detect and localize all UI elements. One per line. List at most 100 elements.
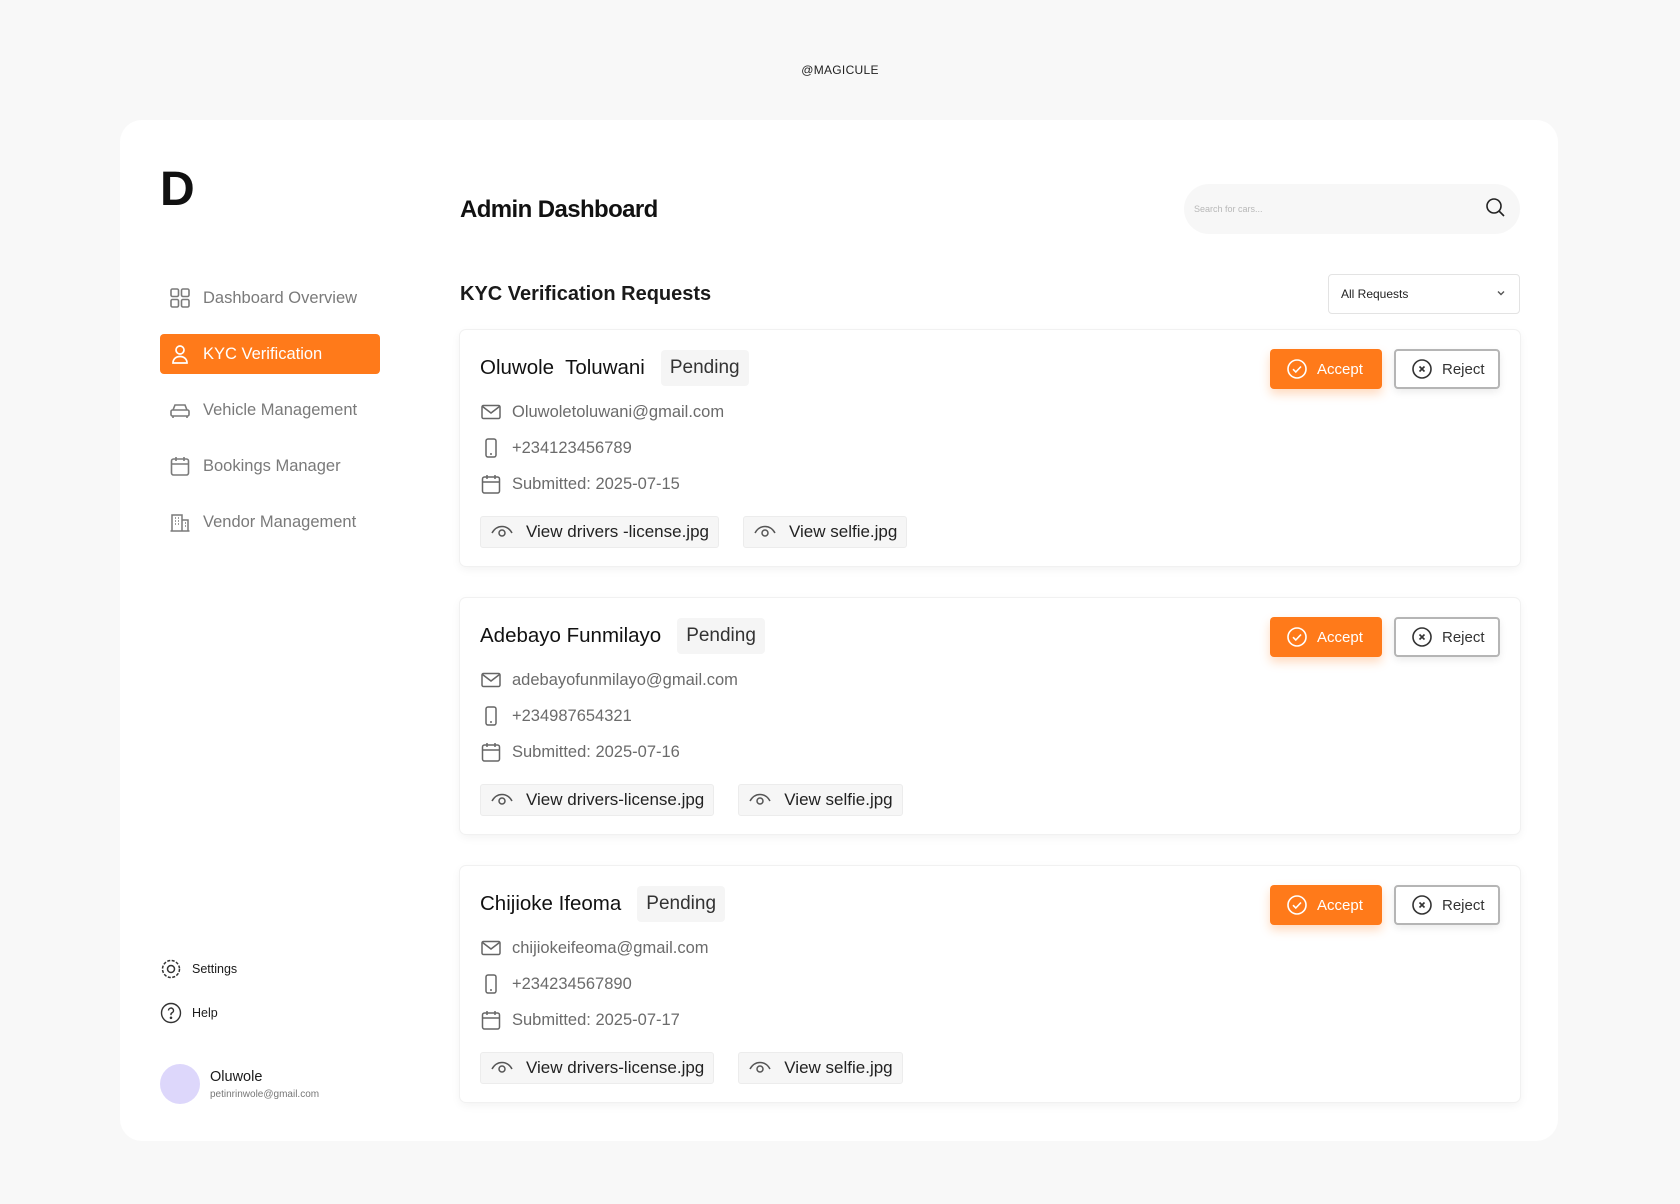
building-icon	[169, 511, 191, 533]
applicant-phone: +234987654321	[512, 706, 632, 725]
watermark-text: @MAGICULE	[801, 63, 879, 77]
reject-label: Reject	[1442, 360, 1485, 378]
kyc-request-card: Oluwole Toluwani Pending Oluwoletoluwani…	[460, 330, 1520, 566]
status-badge: Pending	[677, 618, 765, 654]
reject-button[interactable]: Reject	[1394, 349, 1500, 389]
applicant-phone: +234123456789	[512, 438, 632, 457]
file-label: View drivers -license.jpg	[526, 522, 709, 541]
calendar-icon	[480, 741, 502, 763]
view-license-button[interactable]: View drivers -license.jpg	[480, 516, 719, 548]
mail-icon	[480, 669, 502, 691]
accept-label: Accept	[1317, 360, 1363, 378]
page-title: Admin Dashboard	[460, 196, 658, 223]
file-label: View selfie.jpg	[788, 522, 898, 541]
status-badge: Pending	[637, 886, 726, 922]
request-filter-select[interactable]: All Requests	[1328, 274, 1520, 314]
eye-icon	[748, 1056, 772, 1080]
search-input[interactable]	[1194, 204, 1484, 214]
app-window: D Dashboard Overview KYC Verification Ve…	[120, 120, 1558, 1141]
sidebar-item-label: KYC Verification	[203, 344, 323, 363]
eye-icon	[753, 520, 777, 544]
applicant-email-row: chijiokeifeoma@gmail.com	[480, 937, 1500, 959]
chevron-down-icon	[1495, 287, 1507, 302]
accept-label: Accept	[1317, 628, 1363, 646]
applicant-phone-row: +234123456789	[480, 437, 1500, 459]
mail-icon	[480, 401, 502, 423]
avatar	[160, 1064, 200, 1104]
calendar-icon	[169, 455, 191, 477]
reject-label: Reject	[1442, 628, 1485, 646]
applicant-phone-row: +234234567890	[480, 973, 1500, 995]
help-link[interactable]: Help	[160, 1000, 237, 1026]
view-selfie-button[interactable]: View selfie.jpg	[742, 516, 908, 548]
help-icon	[160, 1002, 182, 1024]
profile-name: Oluwole	[210, 1068, 263, 1085]
x-circle-icon	[1411, 626, 1433, 648]
check-circle-icon	[1286, 358, 1308, 380]
check-circle-icon	[1286, 626, 1308, 648]
eye-icon	[490, 520, 514, 544]
filter-selected-value: All Requests	[1341, 287, 1409, 301]
sidebar-item-kyc-verification[interactable]: KYC Verification	[160, 334, 380, 374]
calendar-icon	[480, 473, 502, 495]
file-label: View drivers-license.jpg	[526, 790, 705, 809]
submitted-date: Submitted: 2025-07-17	[512, 1010, 680, 1029]
sidebar-item-label: Vehicle Management	[203, 400, 358, 419]
applicant-name: Adebayo Funmilayo	[480, 624, 662, 647]
section-title: KYC Verification Requests	[460, 283, 712, 305]
view-license-button[interactable]: View drivers-license.jpg	[480, 1052, 715, 1084]
submitted-date: Submitted: 2025-07-15	[512, 474, 680, 493]
phone-icon	[480, 705, 502, 727]
eye-icon	[490, 788, 514, 812]
applicant-phone-row: +234987654321	[480, 705, 1500, 727]
app-logo[interactable]: D	[160, 162, 195, 217]
check-circle-icon	[1286, 894, 1308, 916]
calendar-icon	[480, 1009, 502, 1031]
sidebar-item-dashboard-overview[interactable]: Dashboard Overview	[160, 278, 380, 318]
kyc-request-card: Adebayo Funmilayo Pending adebayofunmila…	[460, 598, 1520, 834]
sidebar-item-label: Vendor Management	[203, 512, 357, 531]
accept-button[interactable]: Accept	[1270, 617, 1382, 657]
applicant-email-row: Oluwoletoluwani@gmail.com	[480, 401, 1500, 423]
view-selfie-button[interactable]: View selfie.jpg	[738, 784, 903, 816]
sidebar-item-vendor-management[interactable]: Vendor Management	[160, 502, 380, 542]
applicant-phone: +234234567890	[512, 974, 632, 993]
x-circle-icon	[1411, 358, 1433, 380]
applicant-email: adebayofunmilayo@gmail.com	[512, 670, 738, 689]
sidebar-item-bookings-manager[interactable]: Bookings Manager	[160, 446, 380, 486]
eye-icon	[748, 788, 772, 812]
file-label: View selfie.jpg	[784, 790, 893, 809]
kyc-request-list: Oluwole Toluwani Pending Oluwoletoluwani…	[460, 330, 1520, 1134]
view-license-button[interactable]: View drivers-license.jpg	[480, 784, 715, 816]
sidebar-item-vehicle-management[interactable]: Vehicle Management	[160, 390, 380, 430]
reject-label: Reject	[1442, 896, 1485, 914]
sidebar-item-label: Dashboard Overview	[203, 288, 358, 307]
sidebar-bottom: Settings Help	[160, 956, 237, 1044]
user-icon	[169, 343, 191, 365]
accept-button[interactable]: Accept	[1270, 349, 1382, 389]
reject-button[interactable]: Reject	[1394, 885, 1500, 925]
accept-label: Accept	[1317, 896, 1363, 914]
accept-button[interactable]: Accept	[1270, 885, 1382, 925]
view-selfie-button[interactable]: View selfie.jpg	[738, 1052, 903, 1084]
settings-link[interactable]: Settings	[160, 956, 237, 982]
search-icon[interactable]	[1484, 196, 1506, 223]
mail-icon	[480, 937, 502, 959]
status-badge: Pending	[660, 350, 749, 386]
gear-icon	[160, 958, 182, 980]
profile-email: petinrinwole@gmail.com	[210, 1088, 320, 1100]
applicant-email-row: adebayofunmilayo@gmail.com	[480, 669, 1500, 691]
search-bar	[1184, 184, 1520, 234]
car-icon	[169, 399, 191, 421]
submitted-date-row: Submitted: 2025-07-16	[480, 741, 1500, 763]
sidebar-nav: Dashboard Overview KYC Verification Vehi…	[160, 278, 380, 558]
submitted-date-row: Submitted: 2025-07-17	[480, 1009, 1500, 1031]
submitted-date: Submitted: 2025-07-16	[512, 742, 680, 761]
applicant-name: Oluwole Toluwani	[480, 356, 645, 379]
x-circle-icon	[1411, 894, 1433, 916]
applicant-email: chijiokeifeoma@gmail.com	[512, 938, 709, 957]
reject-button[interactable]: Reject	[1394, 617, 1500, 657]
user-profile[interactable]: Oluwole petinrinwole@gmail.com	[160, 1064, 319, 1104]
submitted-date-row: Submitted: 2025-07-15	[480, 473, 1500, 495]
kyc-request-card: Chijioke Ifeoma Pending chijiokeifeoma@g…	[460, 866, 1520, 1102]
